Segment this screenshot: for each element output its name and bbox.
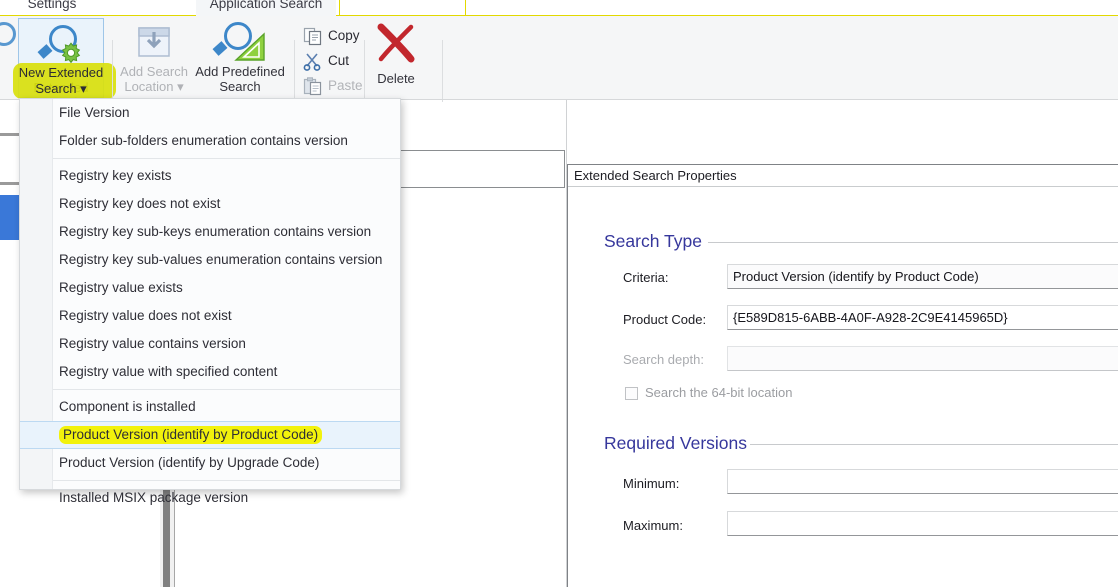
criteria-label: Criteria: [623, 270, 669, 285]
menu-separator [53, 158, 400, 159]
copy-label: Copy [328, 28, 360, 43]
grid-header-box [399, 150, 565, 188]
add-search-location-label-line2: Location ▾ [116, 79, 192, 94]
menu-item-list: File Version Folder sub-folders enumerati… [20, 99, 400, 512]
menu-item[interactable]: Registry value exists [20, 274, 400, 302]
menu-item[interactable]: Registry value with specified content [20, 358, 400, 386]
add-predefined-search-label-line1: Add Predefined [190, 64, 290, 79]
menu-item-label: Registry key sub-values enumeration cont… [59, 252, 382, 267]
extended-search-properties-panel: Extended Search Properties Search Type C… [567, 164, 1118, 587]
menu-item[interactable]: Registry key sub-values enumeration cont… [20, 246, 400, 274]
menu-item[interactable]: Registry value does not exist [20, 302, 400, 330]
minimum-field[interactable] [727, 469, 1118, 494]
minimum-label: Minimum: [623, 476, 679, 491]
new-extended-search-label: New Extended Search ▾ [18, 65, 104, 97]
menu-item-label: Product Version (identify by Upgrade Cod… [59, 455, 319, 470]
delete-label: Delete [364, 71, 428, 86]
new-extended-search-dropdown-menu[interactable]: File Version Folder sub-folders enumerati… [19, 98, 401, 490]
menu-item-label: Registry key sub-keys enumeration contai… [59, 224, 371, 239]
menu-item-label: File Version [59, 105, 130, 120]
menu-item[interactable]: Product Version (identify by Product Cod… [20, 421, 400, 449]
ribbon-toolbar: ML h New Extended Search New Extended Se… [0, 16, 1118, 100]
add-predefined-search-icon [190, 18, 290, 64]
tab-outline-right [339, 0, 466, 16]
tab-settings[interactable]: Settings [0, 0, 112, 16]
paste-icon [303, 77, 323, 96]
dropdown-caret-icon[interactable]: ▾ [77, 81, 87, 96]
properties-panel-title: Extended Search Properties [568, 165, 1118, 187]
menu-item[interactable]: Registry key exists [20, 162, 400, 190]
menu-item[interactable]: File Version [20, 99, 400, 127]
paste-button[interactable]: Paste [303, 74, 363, 98]
ribbon-group-separator-4 [442, 40, 443, 102]
search-64bit-checkbox-label: Search the 64-bit location [645, 385, 792, 400]
menu-item[interactable]: Registry key sub-keys enumeration contai… [20, 218, 400, 246]
delete-button[interactable]: Delete [364, 18, 428, 100]
add-search-location-button[interactable]: Add Search Location ▾ [116, 18, 192, 100]
product-code-field[interactable]: {E589D815-6ABB-4A0F-A928-2C9E4145965D} [727, 305, 1118, 330]
menu-item[interactable]: Folder sub-folders enumeration contains … [20, 127, 400, 155]
search-depth-label: Search depth: [623, 352, 704, 367]
delete-icon [364, 18, 428, 64]
search-type-group-rule [708, 242, 1118, 243]
cut-label: Cut [328, 53, 349, 68]
add-search-location-caret-icon[interactable]: ▾ [174, 79, 184, 94]
required-versions-group-rule [750, 444, 1118, 445]
search-type-group-title: Search Type [604, 231, 702, 252]
menu-separator [53, 480, 400, 481]
ribbon-group-separator-2 [294, 40, 295, 102]
maximum-label: Maximum: [623, 518, 683, 533]
search-depth-field[interactable] [727, 346, 1118, 371]
menu-item-label: Registry key does not exist [59, 196, 220, 211]
menu-item-label: Registry value contains version [59, 336, 246, 351]
menu-item-label: Registry key exists [59, 168, 172, 183]
menu-item-label: Registry value exists [59, 280, 183, 295]
menu-item-label: Registry value with specified content [59, 364, 277, 379]
product-code-label: Product Code: [623, 312, 706, 327]
paste-label: Paste [328, 78, 363, 93]
new-extended-search-icon [19, 19, 103, 65]
menu-item[interactable]: Registry key does not exist [20, 190, 400, 218]
ribbon-tab-strip: Settings Wizards Application Search [0, 0, 1118, 16]
add-predefined-search-button[interactable]: Add Predefined Search [190, 18, 290, 100]
menu-item-label: Folder sub-folders enumeration contains … [59, 133, 348, 148]
menu-item[interactable]: Registry value contains version [20, 330, 400, 358]
add-predefined-search-label-line2: Search [190, 79, 290, 94]
menu-item[interactable]: Product Version (identify by Upgrade Cod… [20, 449, 400, 477]
menu-separator [53, 389, 400, 390]
menu-item-label: Component is installed [59, 399, 196, 414]
required-versions-group-title: Required Versions [604, 433, 747, 454]
copy-icon [303, 27, 323, 46]
menu-item-label: Registry value does not exist [59, 308, 232, 323]
nes-line1: New Extended [19, 65, 104, 80]
maximum-field[interactable] [727, 511, 1118, 536]
ribbon-group-separator-1 [112, 40, 113, 102]
criteria-field[interactable]: Product Version (identify by Product Cod… [727, 264, 1118, 289]
menu-item[interactable]: Component is installed [20, 393, 400, 421]
menu-item-label: Product Version (identify by Product Cod… [59, 426, 322, 444]
cut-button[interactable]: Cut [303, 49, 349, 73]
add-search-location-icon [116, 18, 192, 64]
add-search-location-label-line1: Add Search [116, 64, 192, 79]
tab-application-search[interactable]: Application Search [196, 0, 336, 16]
asl-line2: Location [124, 79, 173, 94]
menu-item-label: Installed MSIX package version [59, 490, 248, 505]
copy-button[interactable]: Copy [303, 24, 360, 48]
nes-line2: Search [35, 81, 76, 96]
scissors-icon [303, 52, 323, 71]
magnifier-icon-partial [0, 22, 16, 46]
grid-body [399, 188, 565, 488]
menu-item[interactable]: Installed MSIX package version [20, 484, 400, 512]
search-64bit-checkbox[interactable] [625, 387, 638, 400]
